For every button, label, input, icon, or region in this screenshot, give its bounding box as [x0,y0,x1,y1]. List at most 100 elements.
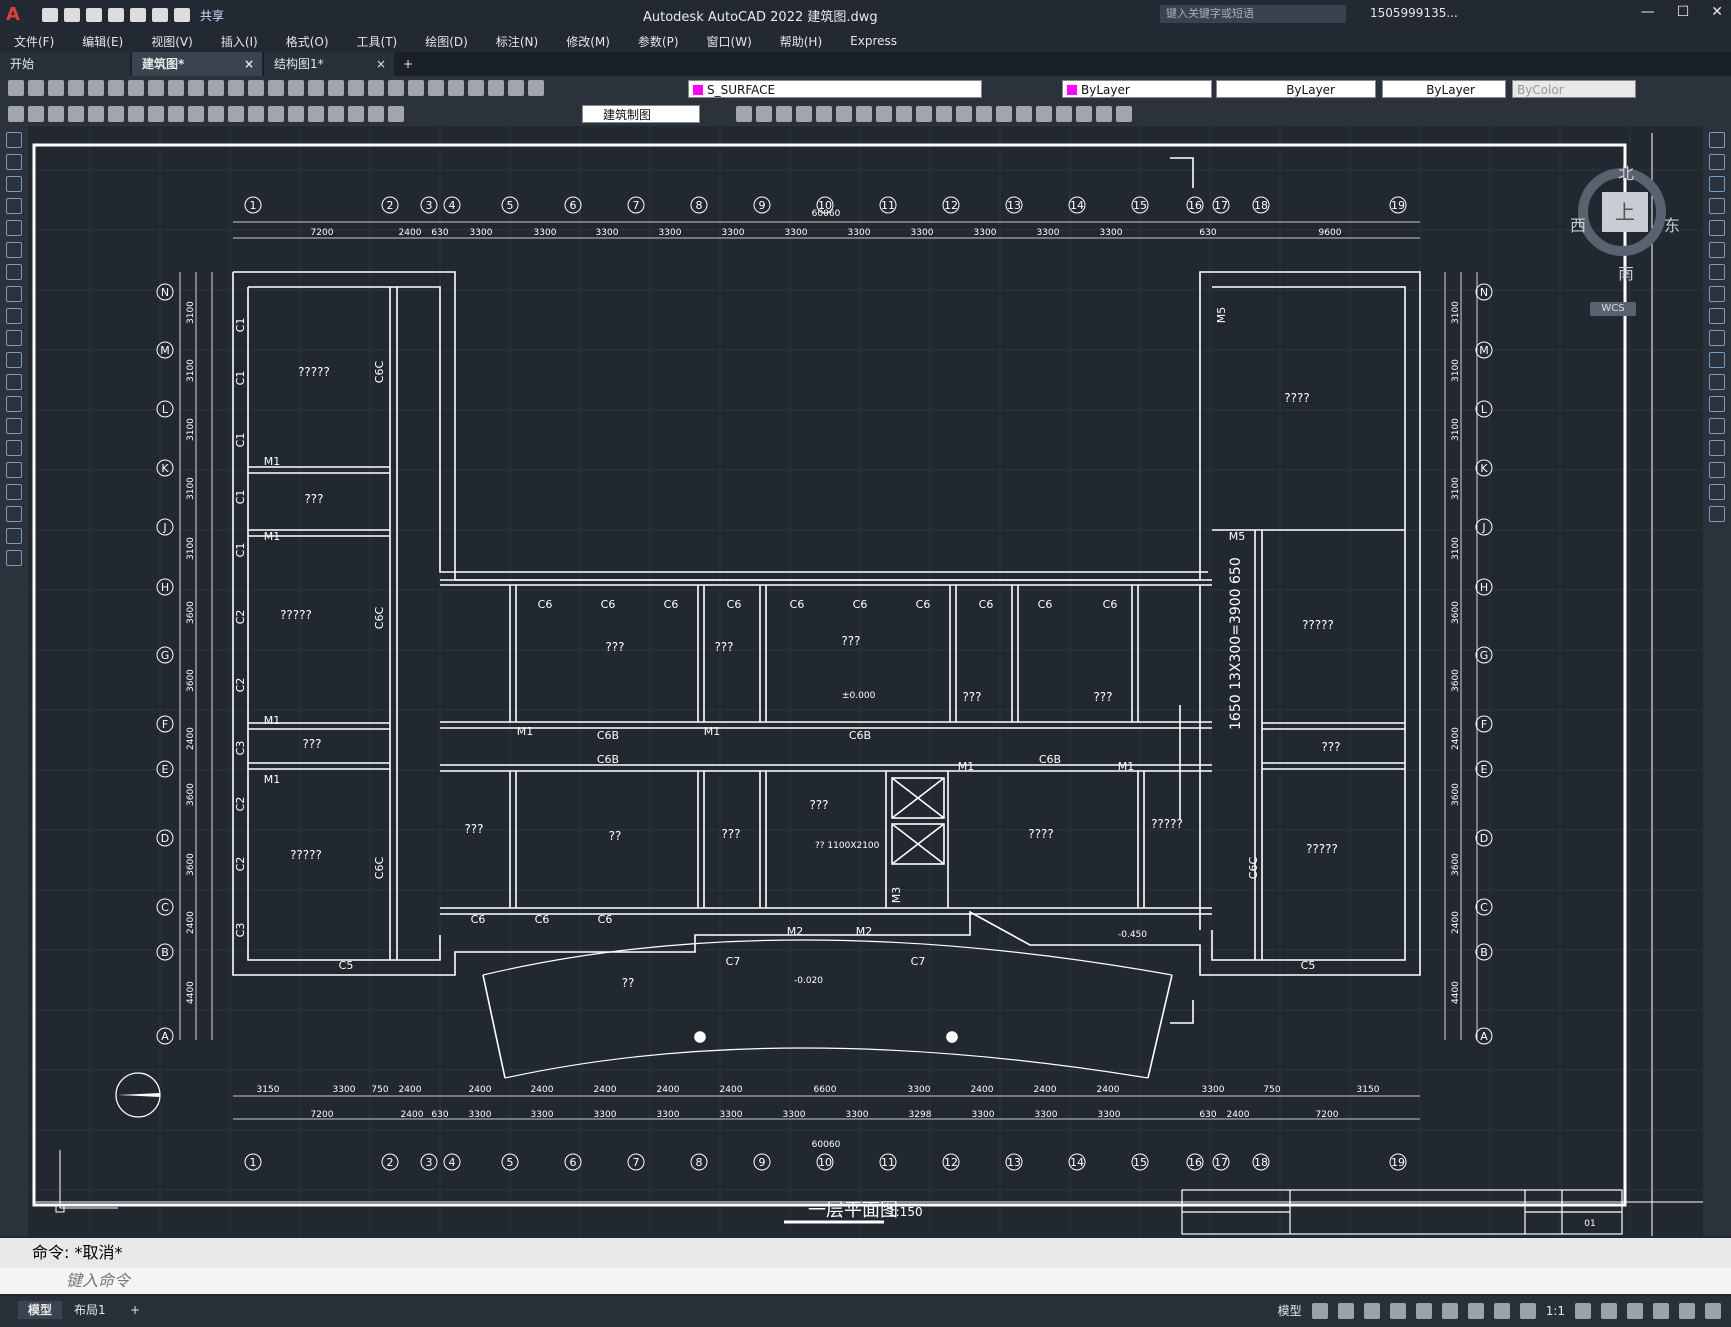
print-icon[interactable] [130,8,146,22]
mtext-icon[interactable] [6,528,22,544]
offset-icon[interactable] [776,106,792,122]
new-tab-button[interactable]: + [396,52,420,76]
plus-icon[interactable] [1601,1302,1617,1319]
viewcube[interactable]: 上 北 南 西 东 [1570,154,1680,284]
array-icon[interactable] [1709,220,1725,236]
command-line[interactable]: 键入命令 [0,1268,1731,1294]
dim-radius-icon[interactable] [88,106,104,122]
rotate-icon[interactable] [1709,264,1725,280]
sheet-set-icon[interactable] [388,80,404,96]
maximize-button[interactable]: ☐ [1677,4,1690,20]
fillet-icon[interactable] [1709,462,1725,478]
open-icon[interactable] [28,80,44,96]
array-icon[interactable] [796,106,812,122]
dim-baseline-icon[interactable] [188,106,204,122]
spline-icon[interactable] [6,308,22,324]
save-icon[interactable] [86,8,102,22]
compass-west[interactable]: 西 [1570,212,1586,236]
menu-edit[interactable]: 编辑(E) [68,33,137,50]
menu-insert[interactable]: 插入(I) [207,33,272,50]
light-bulb-icon[interactable] [488,80,504,96]
add-layout-button[interactable]: + [120,1301,150,1319]
design-center-icon[interactable] [348,80,364,96]
menu-icon[interactable] [1705,1302,1721,1319]
isolate-icon[interactable] [1653,1302,1669,1319]
menu-tools[interactable]: 工具(T) [343,33,412,50]
polygon-icon[interactable] [6,198,22,214]
menu-file[interactable]: 文件(F) [0,33,68,50]
sun-icon[interactable] [508,80,524,96]
block-icon[interactable] [1076,106,1092,122]
zoom-previous-icon[interactable] [308,80,324,96]
linetype-dropdown[interactable]: ByLayer [1216,80,1376,98]
region-icon[interactable] [6,484,22,500]
drawing-canvas[interactable]: 1 2 3 4 5 6 7 8 9 10 11 12 13 14 15 16 17 18 19 1234567891… [28,126,1703,1236]
fullscreen-icon[interactable] [1679,1302,1695,1319]
tab-start[interactable]: 开始 [0,52,130,76]
dim-linear-icon[interactable] [8,106,24,122]
tab-structure[interactable]: 结构图1* × [264,52,394,76]
dim-aligned-icon[interactable] [28,106,44,122]
group-icon[interactable] [1056,106,1072,122]
rotate-icon[interactable] [836,106,852,122]
compass-east[interactable]: 东 [1664,212,1680,236]
help-icon[interactable] [448,80,464,96]
annotation-icon[interactable] [1519,1302,1536,1319]
minimize-button[interactable]: — [1641,4,1655,20]
plotstyle-dropdown[interactable]: ByColor [1512,80,1636,98]
isodraft-icon[interactable] [1415,1302,1432,1319]
new-file-icon[interactable] [42,8,58,22]
compass-south[interactable]: 南 [1618,260,1634,284]
make-block-icon[interactable] [6,396,22,412]
erase-icon[interactable] [1036,106,1052,122]
menu-draw[interactable]: 绘图(D) [411,33,482,50]
ellipse-arc-icon[interactable] [6,352,22,368]
tab-layout1[interactable]: 布局1 [64,1301,116,1319]
tolerance-icon[interactable] [268,106,284,122]
center-mark-icon[interactable] [288,106,304,122]
dim-edit-icon[interactable] [348,106,364,122]
trim-icon[interactable] [1709,330,1725,346]
save-as-icon[interactable] [108,8,124,22]
break-icon[interactable] [936,106,952,122]
snap-icon[interactable] [1337,1302,1354,1319]
menu-format[interactable]: 格式(O) [272,33,343,50]
pan-icon[interactable] [248,80,264,96]
mirror-icon[interactable] [756,106,772,122]
dim-diameter-icon[interactable] [128,106,144,122]
rectangle-icon[interactable] [6,220,22,236]
dim-quick-icon[interactable] [168,106,184,122]
dim-continue-icon[interactable] [208,106,224,122]
undo-icon[interactable] [208,80,224,96]
ellipse-icon[interactable] [6,330,22,346]
close-tab-icon[interactable]: × [244,52,254,76]
line-icon[interactable] [6,132,22,148]
user-account[interactable]: 1505999135... [1370,6,1458,20]
gradient-icon[interactable] [6,462,22,478]
copy-icon[interactable] [1709,154,1725,170]
menu-view[interactable]: 视图(V) [137,33,207,50]
layer-manager-icon[interactable] [468,80,484,96]
mirror-icon[interactable] [1709,176,1725,192]
dim-break-icon[interactable] [248,106,264,122]
scale-icon[interactable] [856,106,872,122]
stretch-icon[interactable] [876,106,892,122]
menu-dimension[interactable]: 标注(N) [482,33,552,50]
explode-icon[interactable] [1709,506,1725,522]
blend-icon[interactable] [1709,484,1725,500]
viewcube-top-face[interactable]: 上 [1602,192,1648,232]
add-selected-icon[interactable] [6,550,22,566]
zoom-window-icon[interactable] [288,80,304,96]
dim-update-icon[interactable] [388,106,404,122]
move-icon[interactable] [1709,242,1725,258]
jogged-linear-icon[interactable] [328,106,344,122]
copy-icon[interactable] [148,80,164,96]
transparency-icon[interactable] [1493,1302,1510,1319]
close-button[interactable]: ✕ [1711,4,1723,20]
inspect-icon[interactable] [308,106,324,122]
paste-icon[interactable] [168,80,184,96]
menu-help[interactable]: 帮助(H) [766,33,836,50]
tab-architecture[interactable]: 建筑图* × [132,52,262,76]
revision-cloud-icon[interactable] [6,286,22,302]
dim-ordinate-icon[interactable] [68,106,84,122]
